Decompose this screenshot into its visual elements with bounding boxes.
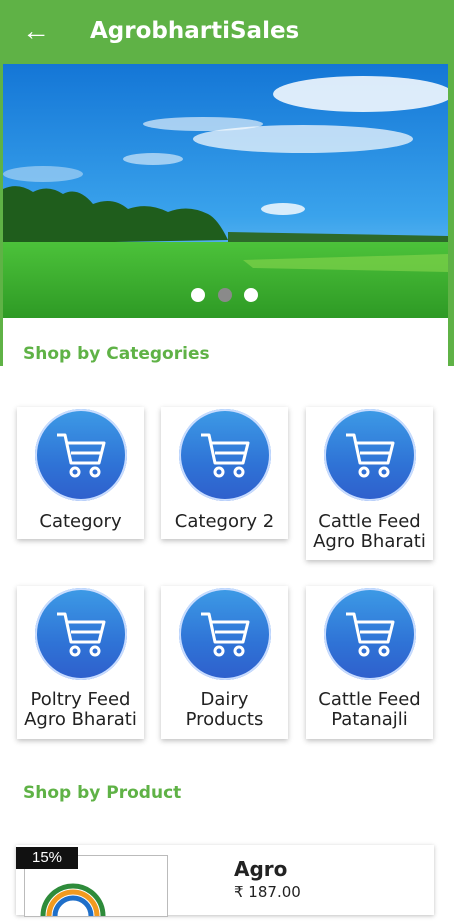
category-card[interactable]: Category	[17, 407, 144, 539]
cart-icon	[35, 588, 127, 680]
category-label: Poltry Feed	[30, 689, 131, 710]
category-label-line2: Products	[185, 709, 264, 730]
cart-icon	[179, 409, 271, 501]
carousel-dots	[0, 288, 454, 308]
banner-carousel[interactable]	[3, 64, 448, 318]
category-card[interactable]: Poltry Feed Agro Bharati	[17, 586, 144, 739]
discount-badge: 15%	[16, 847, 78, 869]
section-title-products: Shop by Product	[23, 783, 182, 803]
app-bar: ← AgrobhartiSales	[0, 0, 454, 64]
category-label: Category	[39, 511, 122, 532]
cart-icon	[179, 588, 271, 680]
category-label: Dairy	[200, 689, 249, 710]
carousel-dot[interactable]	[244, 288, 258, 302]
product-name: Agro	[234, 857, 288, 881]
category-card[interactable]: Cattle Feed Agro Bharati	[306, 407, 433, 560]
cart-icon	[324, 409, 416, 501]
right-accent-bar	[448, 64, 454, 366]
category-card[interactable]: Cattle Feed Patanajli	[306, 586, 433, 739]
product-price: ₹ 187.00	[234, 883, 301, 901]
arrow-left-icon[interactable]: ←	[22, 14, 52, 48]
category-label-line2: Agro Bharati	[313, 531, 426, 552]
category-card[interactable]: Category 2	[161, 407, 288, 539]
carousel-dot-active[interactable]	[218, 288, 232, 302]
category-label: Category 2	[174, 511, 275, 532]
app-title: AgrobhartiSales	[90, 18, 300, 44]
cart-icon	[324, 588, 416, 680]
category-card[interactable]: Dairy Products	[161, 586, 288, 739]
category-label-line2: Agro Bharati	[24, 709, 137, 730]
carousel-dot[interactable]	[191, 288, 205, 302]
category-label-line2: Patanajli	[331, 709, 408, 730]
category-label: Cattle Feed	[318, 689, 421, 710]
banner-image	[3, 64, 448, 318]
category-label: Cattle Feed	[318, 511, 421, 532]
cart-icon	[35, 409, 127, 501]
section-title-categories: Shop by Categories	[23, 344, 210, 364]
